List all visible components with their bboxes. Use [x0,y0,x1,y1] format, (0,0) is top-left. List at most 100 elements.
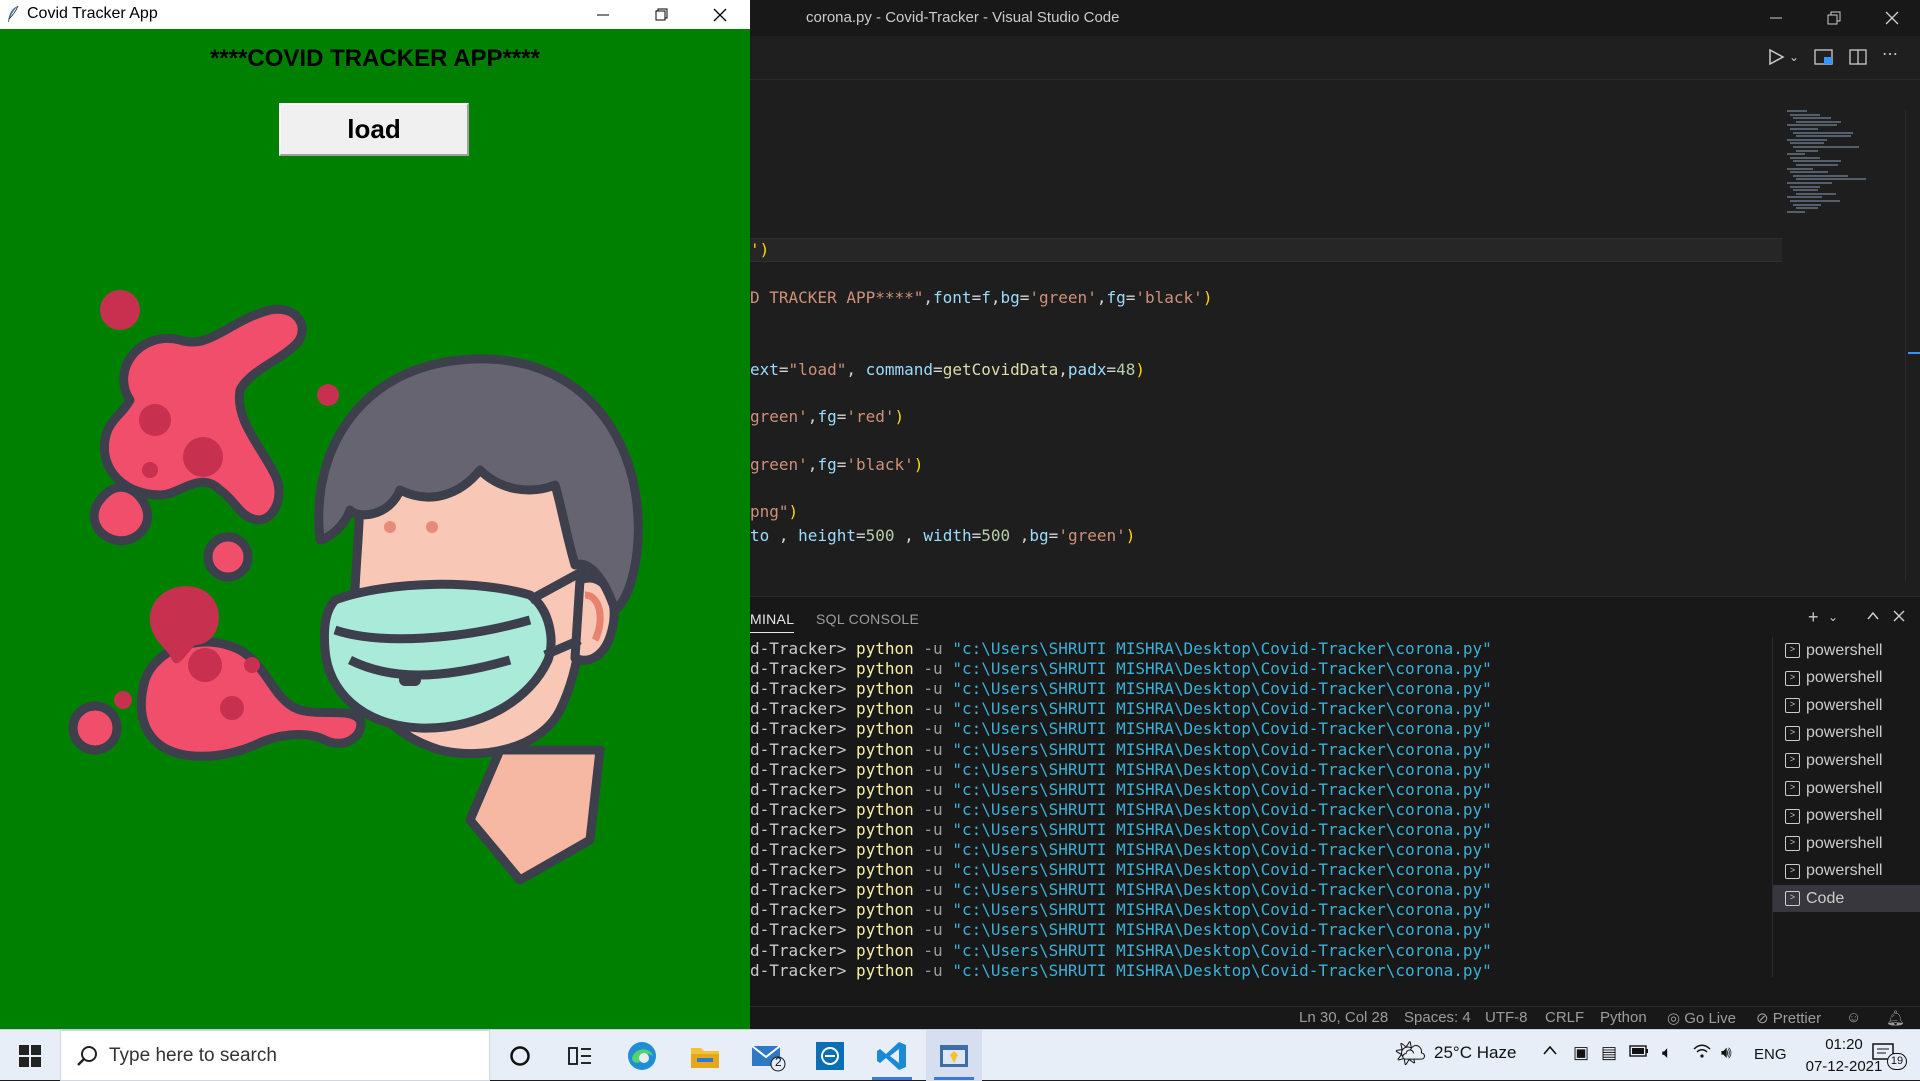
restore-icon [1827,11,1841,25]
terminal-line: d-Tracker> python -u "c:\Users\SHRUTI MI… [750,940,1492,960]
volume-speaker-icon[interactable]: 🔊︎ [1721,1043,1732,1063]
terminal-line: d-Tracker> python -u "c:\Users\SHRUTI MI… [750,880,1492,900]
tab-sql-console[interactable]: SQL CONSOLE [816,611,919,627]
terminal-list-item[interactable]: > powershell [1773,858,1920,885]
editor-scrollbar[interactable] [1905,110,1920,580]
terminal-list-item[interactable]: > powershell [1773,692,1920,719]
new-terminal-plus-icon[interactable]: + [1808,607,1819,628]
minimap-line [1787,124,1837,127]
action-center-button[interactable]: 19 [1872,1041,1907,1072]
split-editor-button[interactable] [1849,48,1867,71]
defender-icon[interactable]: ▤ [1601,1043,1617,1063]
terminal-icon: > [1785,781,1800,796]
terminal-icon: > [1785,698,1800,714]
minimap-line [1787,153,1805,156]
code-token: png" [750,502,789,521]
code-token: , [894,526,924,545]
wifi-icon[interactable] [1692,1043,1712,1064]
terminal-list-item[interactable]: > powershell [1773,775,1920,802]
code-token: to [750,526,779,545]
terminal-list-label: powershell [1806,779,1883,797]
feedback-icon[interactable]: ☺ [1846,1009,1861,1026]
tk-minimize-button[interactable] [580,0,626,29]
minimap[interactable] [1783,110,1905,230]
terminal-output[interactable]: d-Tracker> python -u "c:\Users\SHRUTI MI… [750,639,1770,999]
minimize-icon [1770,17,1782,19]
code-token: = [971,526,982,545]
vscode-restore-button[interactable] [1806,0,1862,36]
terminal-list-item[interactable]: > Code [1773,885,1920,913]
open-preview-button[interactable] [1814,48,1834,71]
code-token: = [1019,288,1030,307]
language-mode[interactable]: Python [1600,1009,1647,1026]
run-button[interactable] [1767,48,1785,71]
minimap-line [1793,131,1853,134]
taskbar-search-box[interactable]: Type here to search [60,1030,490,1081]
minimap-line [1787,210,1805,213]
minimap-line [1796,192,1836,195]
input-language[interactable]: ENG [1754,1046,1787,1063]
tab-terminal[interactable]: MINAL [750,611,795,633]
vscode-close-button[interactable] [1864,0,1920,36]
indentation[interactable]: Spaces: 4 [1404,1009,1471,1026]
tk-restore-button[interactable] [638,0,684,29]
code-token: = [836,455,847,474]
terminal-list-label: powershell [1806,724,1883,742]
code-token: fg [1106,288,1126,307]
vscode-minimize-button[interactable] [1748,0,1804,36]
terminal-line: d-Tracker> python -u "c:\Users\SHRUTI MI… [750,659,1492,679]
code-token: = [778,360,789,379]
terminal-list-item[interactable]: > powershell [1773,803,1920,830]
code-token: 'black' [846,455,914,474]
minimap-line [1790,128,1818,130]
volume-icon[interactable]: 🔈︎ [1662,1043,1672,1063]
encoding[interactable]: UTF-8 [1485,1009,1528,1026]
prettier-label: Prettier [1772,1010,1822,1027]
weather-icon[interactable]: 🌤︎ [1394,1038,1427,1069]
weather-text[interactable]: 25°C Haze [1434,1043,1516,1063]
close-panel-button[interactable] [1892,607,1906,628]
file-explorer-button[interactable] [677,1030,733,1081]
code-token: ) [894,407,905,426]
go-live-button[interactable]: ◎ Go Live [1667,1009,1736,1027]
terminal-icon: > [1785,753,1800,769]
tk-close-button[interactable] [697,0,743,29]
code-editor[interactable]: ') D TRACKER APP****",font=f,bg='green',… [750,80,1920,595]
terminal-list-item[interactable]: > powershell [1773,720,1920,747]
minimap-line [1787,196,1822,199]
prettier-button[interactable]: ⊘ Prettier [1756,1009,1821,1027]
more-actions-icon[interactable]: ⋯ [1882,44,1898,64]
code-token: green' [750,455,808,474]
vscode-taskbar-button[interactable] [864,1030,920,1081]
code-token: f [981,288,991,307]
python-app-taskbar-button[interactable] [926,1030,982,1081]
terminal-line: d-Tracker> python -u "c:\Users\SHRUTI MI… [750,739,1492,759]
run-dropdown-chevron-icon[interactable]: ⌄ [1789,50,1799,64]
edge-browser-button[interactable] [614,1030,670,1081]
code-token: = [1106,360,1117,379]
mail-button[interactable]: 2 [740,1030,796,1081]
terminal-list-item[interactable]: > powershell [1773,830,1920,857]
chevron-up-icon [1543,1045,1557,1055]
code-token: fg [817,407,837,426]
folder-icon [691,1047,719,1068]
terminal-list-item[interactable]: > powershell [1773,665,1920,692]
dell-app-button[interactable] [802,1030,858,1081]
tk-window-title: Covid Tracker App [27,5,158,22]
cursor-position[interactable]: Ln 30, Col 28 [1299,1009,1388,1026]
meet-now-icon[interactable]: ▣ [1573,1043,1589,1063]
line-endings[interactable]: CRLF [1545,1009,1584,1026]
terminal-dropdown-chevron-icon[interactable]: ⌄ [1828,610,1838,624]
load-button[interactable]: load [279,103,469,156]
cortana-button[interactable] [492,1030,548,1081]
terminal-list-item[interactable]: > powershell [1773,637,1920,664]
wifi-signal-icon [1693,1044,1711,1058]
show-hidden-icons-chevron-up-icon[interactable] [1542,1043,1558,1064]
code-token: , [807,455,818,474]
task-view-button[interactable] [552,1030,608,1081]
battery-icon[interactable] [1629,1043,1649,1063]
notifications-bell-icon[interactable]: 🔔︎ [1886,1009,1905,1027]
maximize-panel-chevron-up-icon[interactable] [1866,607,1880,628]
terminal-list-item[interactable]: > powershell [1773,747,1920,774]
start-button[interactable] [0,1030,60,1081]
